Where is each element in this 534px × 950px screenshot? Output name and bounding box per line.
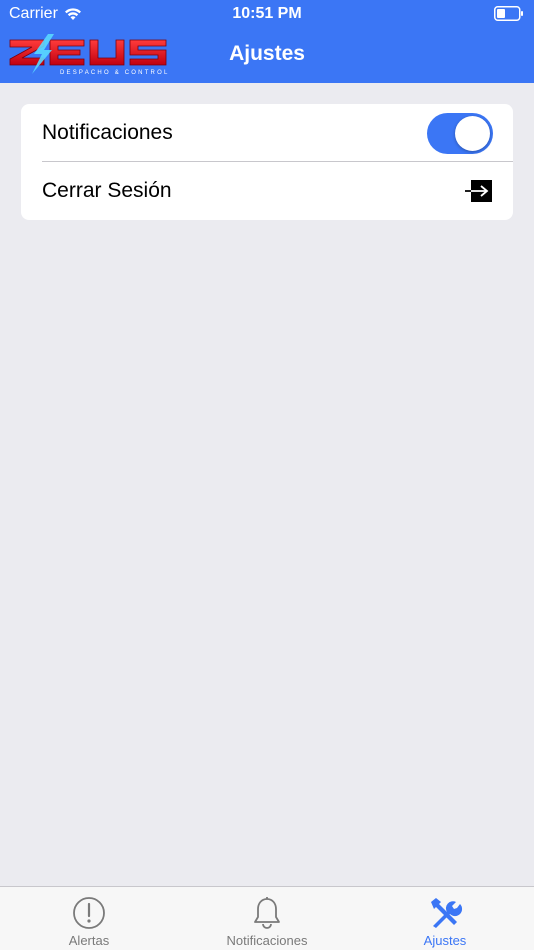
tab-bar: Alertas Notificaciones Ajustes [0,886,534,950]
tab-alertas[interactable]: Alertas [0,887,178,950]
battery-icon [494,6,524,26]
logo-subtitle: DESPACHO & CONTROL [60,70,170,76]
status-time: 10:51 PM [232,5,302,22]
notifications-label: Notificaciones [42,121,173,144]
tab-label-ajustes: Ajustes [423,933,467,948]
bell-icon [252,895,282,931]
logout-row[interactable]: Cerrar Sesión [21,162,513,220]
exclamation-circle-icon [72,895,106,931]
status-bar: Carrier 10:51 PM [0,0,534,28]
header: Carrier 10:51 PM DESPACHO & CONTROL Ajus… [0,0,534,83]
settings-card: Notificaciones Cerrar Sesión [21,104,513,220]
toggle-knob [455,115,490,151]
tab-label-notificaciones: Notificaciones [226,933,308,948]
notifications-toggle[interactable] [427,112,493,154]
logout-icon[interactable] [465,179,493,203]
page-title: Ajustes [229,42,305,65]
notifications-row: Notificaciones [21,104,513,162]
logout-label: Cerrar Sesión [42,179,172,202]
tools-icon [427,895,463,931]
tab-label-alertas: Alertas [68,933,110,948]
settings-screen: Carrier 10:51 PM DESPACHO & CONTROL Ajus… [0,0,534,950]
tab-notificaciones[interactable]: Notificaciones [178,887,356,950]
tab-ajustes[interactable]: Ajustes [356,887,534,950]
